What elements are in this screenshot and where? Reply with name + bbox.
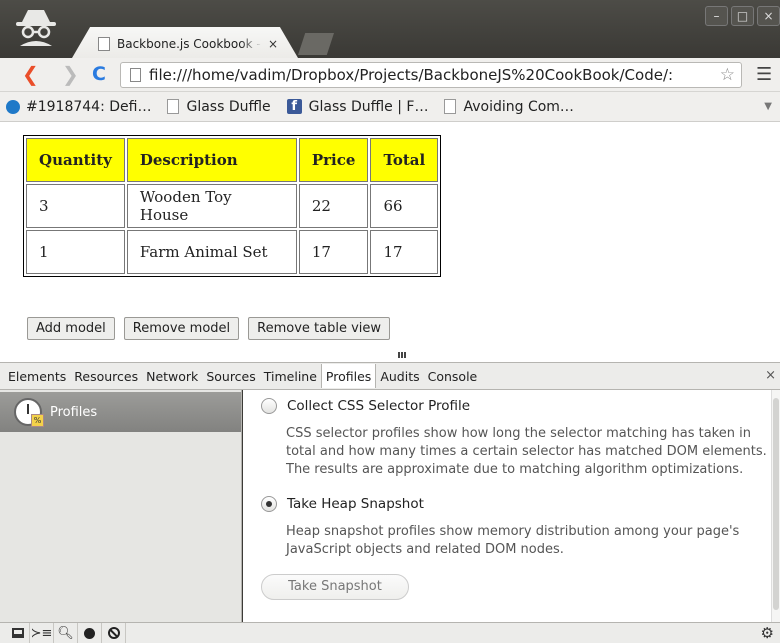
forward-icon[interactable]: ❯ (62, 63, 79, 85)
remove-table-view-button[interactable]: Remove table view (248, 317, 391, 340)
reload-icon[interactable]: C (92, 63, 106, 85)
dock-icon (11, 628, 24, 638)
browser-toolbar: ❮ ❯ C file:///home/vadim/Dropbox/Project… (0, 58, 780, 92)
dock-toggle-button[interactable] (6, 623, 30, 643)
maximize-button[interactable]: □ (731, 6, 754, 26)
option-description: CSS selector profiles show how long the … (286, 426, 767, 477)
table-cell: 17 (298, 230, 369, 274)
option-description: Heap snapshot profiles show memory distr… (286, 524, 740, 557)
tab-audits[interactable]: Audits (376, 365, 423, 388)
devtools-statusbar: ≻≡ 🔍︎ ⚙ (0, 622, 780, 643)
profiles-panel: Collect CSS Selector Profile CSS selecto… (243, 390, 780, 622)
heap-snapshot-radio[interactable] (261, 496, 277, 512)
devtools-resize-handle[interactable] (398, 352, 406, 358)
css-selector-profile-option[interactable]: Collect CSS Selector Profile (261, 398, 470, 414)
table-cell: 1 (26, 230, 125, 274)
minimize-button[interactable]: – (705, 6, 728, 26)
table-cell: 3 (26, 184, 125, 228)
tab-elements[interactable]: Elements (4, 365, 70, 388)
page-icon (444, 99, 457, 114)
bookmark-item[interactable]: #1918744: Defi… (6, 99, 151, 115)
page-icon (98, 37, 110, 51)
bookmark-item[interactable]: Glass Duffle (167, 99, 271, 115)
window-titlebar: Backbone.js Cookbook - A × – □ × (0, 0, 780, 58)
address-url[interactable]: file:///home/vadim/Dropbox/Projects/Back… (149, 66, 724, 84)
table-cell: 17 (370, 230, 439, 274)
column-header: Description (126, 138, 297, 182)
option-title: Take Heap Snapshot (287, 496, 424, 512)
devtools-close-icon[interactable]: × (765, 368, 776, 383)
stopwatch-icon: % (14, 398, 44, 427)
css-profile-radio[interactable] (261, 398, 277, 414)
scrollbar-thumb[interactable] (773, 398, 779, 610)
gear-icon[interactable]: ⚙ (761, 624, 774, 642)
tab-sources[interactable]: Sources (202, 365, 259, 388)
new-tab-button[interactable] (298, 33, 334, 55)
clear-icon (107, 627, 120, 639)
take-snapshot-button[interactable]: Take Snapshot (261, 574, 409, 600)
column-header: Quantity (26, 138, 125, 182)
drupal-icon (6, 99, 20, 114)
heap-snapshot-option[interactable]: Take Heap Snapshot (261, 496, 424, 512)
search-icon: 🔍︎ (57, 625, 74, 641)
record-button[interactable] (78, 623, 102, 643)
page-icon (167, 99, 180, 114)
devtools-tabbar: Elements Resources Network Sources Timel… (0, 362, 780, 390)
bookmark-item[interactable]: f Glass Duffle | F… (286, 99, 428, 115)
tab-close-icon[interactable]: × (268, 37, 278, 51)
tab-console[interactable]: Console (424, 365, 482, 388)
table-row: 1 Farm Animal Set 17 17 (26, 230, 439, 274)
table-header-row: Quantity Description Price Total (26, 138, 439, 182)
tab-network[interactable]: Network (142, 365, 202, 388)
incognito-icon (16, 10, 56, 46)
add-model-button[interactable]: Add model (27, 317, 115, 340)
record-icon (84, 627, 95, 639)
address-bar[interactable]: file:///home/vadim/Dropbox/Projects/Back… (120, 62, 742, 88)
window-close-button[interactable]: × (757, 6, 780, 26)
bookmark-item[interactable]: Avoiding Com… (444, 99, 574, 115)
tab-title: Backbone.js Cookbook - A (117, 37, 262, 51)
option-title: Collect CSS Selector Profile (287, 398, 471, 414)
remove-model-button[interactable]: Remove model (123, 317, 240, 340)
tab-timeline[interactable]: Timeline (260, 365, 321, 388)
console-drawer-button[interactable]: ≻≡ (30, 623, 54, 643)
menu-icon[interactable]: ☰ (756, 64, 772, 85)
tab-resources[interactable]: Resources (70, 365, 142, 388)
table-row: 3 Wooden Toy House 22 66 (26, 184, 439, 228)
sidebar-item-profiles[interactable]: % Profiles (0, 392, 241, 432)
back-icon[interactable]: ❮ (22, 63, 39, 85)
profiles-sidebar: % Profiles (0, 390, 242, 622)
page-icon (130, 68, 141, 82)
bookmarks-bar: #1918744: Defi… Glass Duffle f Glass Duf… (0, 92, 780, 122)
browser-tab[interactable]: Backbone.js Cookbook - A × (72, 27, 298, 58)
clear-button[interactable] (102, 623, 126, 643)
panel-scrollbar[interactable] (771, 390, 780, 622)
console-icon: ≻≡ (30, 625, 53, 641)
facebook-icon: f (286, 99, 302, 114)
inspect-button[interactable]: 🔍︎ (54, 623, 78, 643)
invoice-table: Quantity Description Price Total 3 Woode… (23, 135, 442, 277)
table-cell: Farm Animal Set (126, 230, 297, 274)
bookmarks-overflow-icon[interactable]: ▼ (764, 101, 772, 112)
table-cell: 66 (370, 184, 439, 228)
tab-profiles[interactable]: Profiles (320, 364, 377, 388)
sidebar-item-label: Profiles (50, 404, 98, 420)
table-cell: 22 (298, 184, 369, 228)
column-header: Total (370, 138, 439, 182)
table-cell: Wooden Toy House (126, 184, 297, 228)
bookmark-star-icon[interactable]: ☆ (720, 65, 735, 85)
column-header: Price (298, 138, 369, 182)
page-content: Quantity Description Price Total 3 Woode… (0, 122, 780, 362)
